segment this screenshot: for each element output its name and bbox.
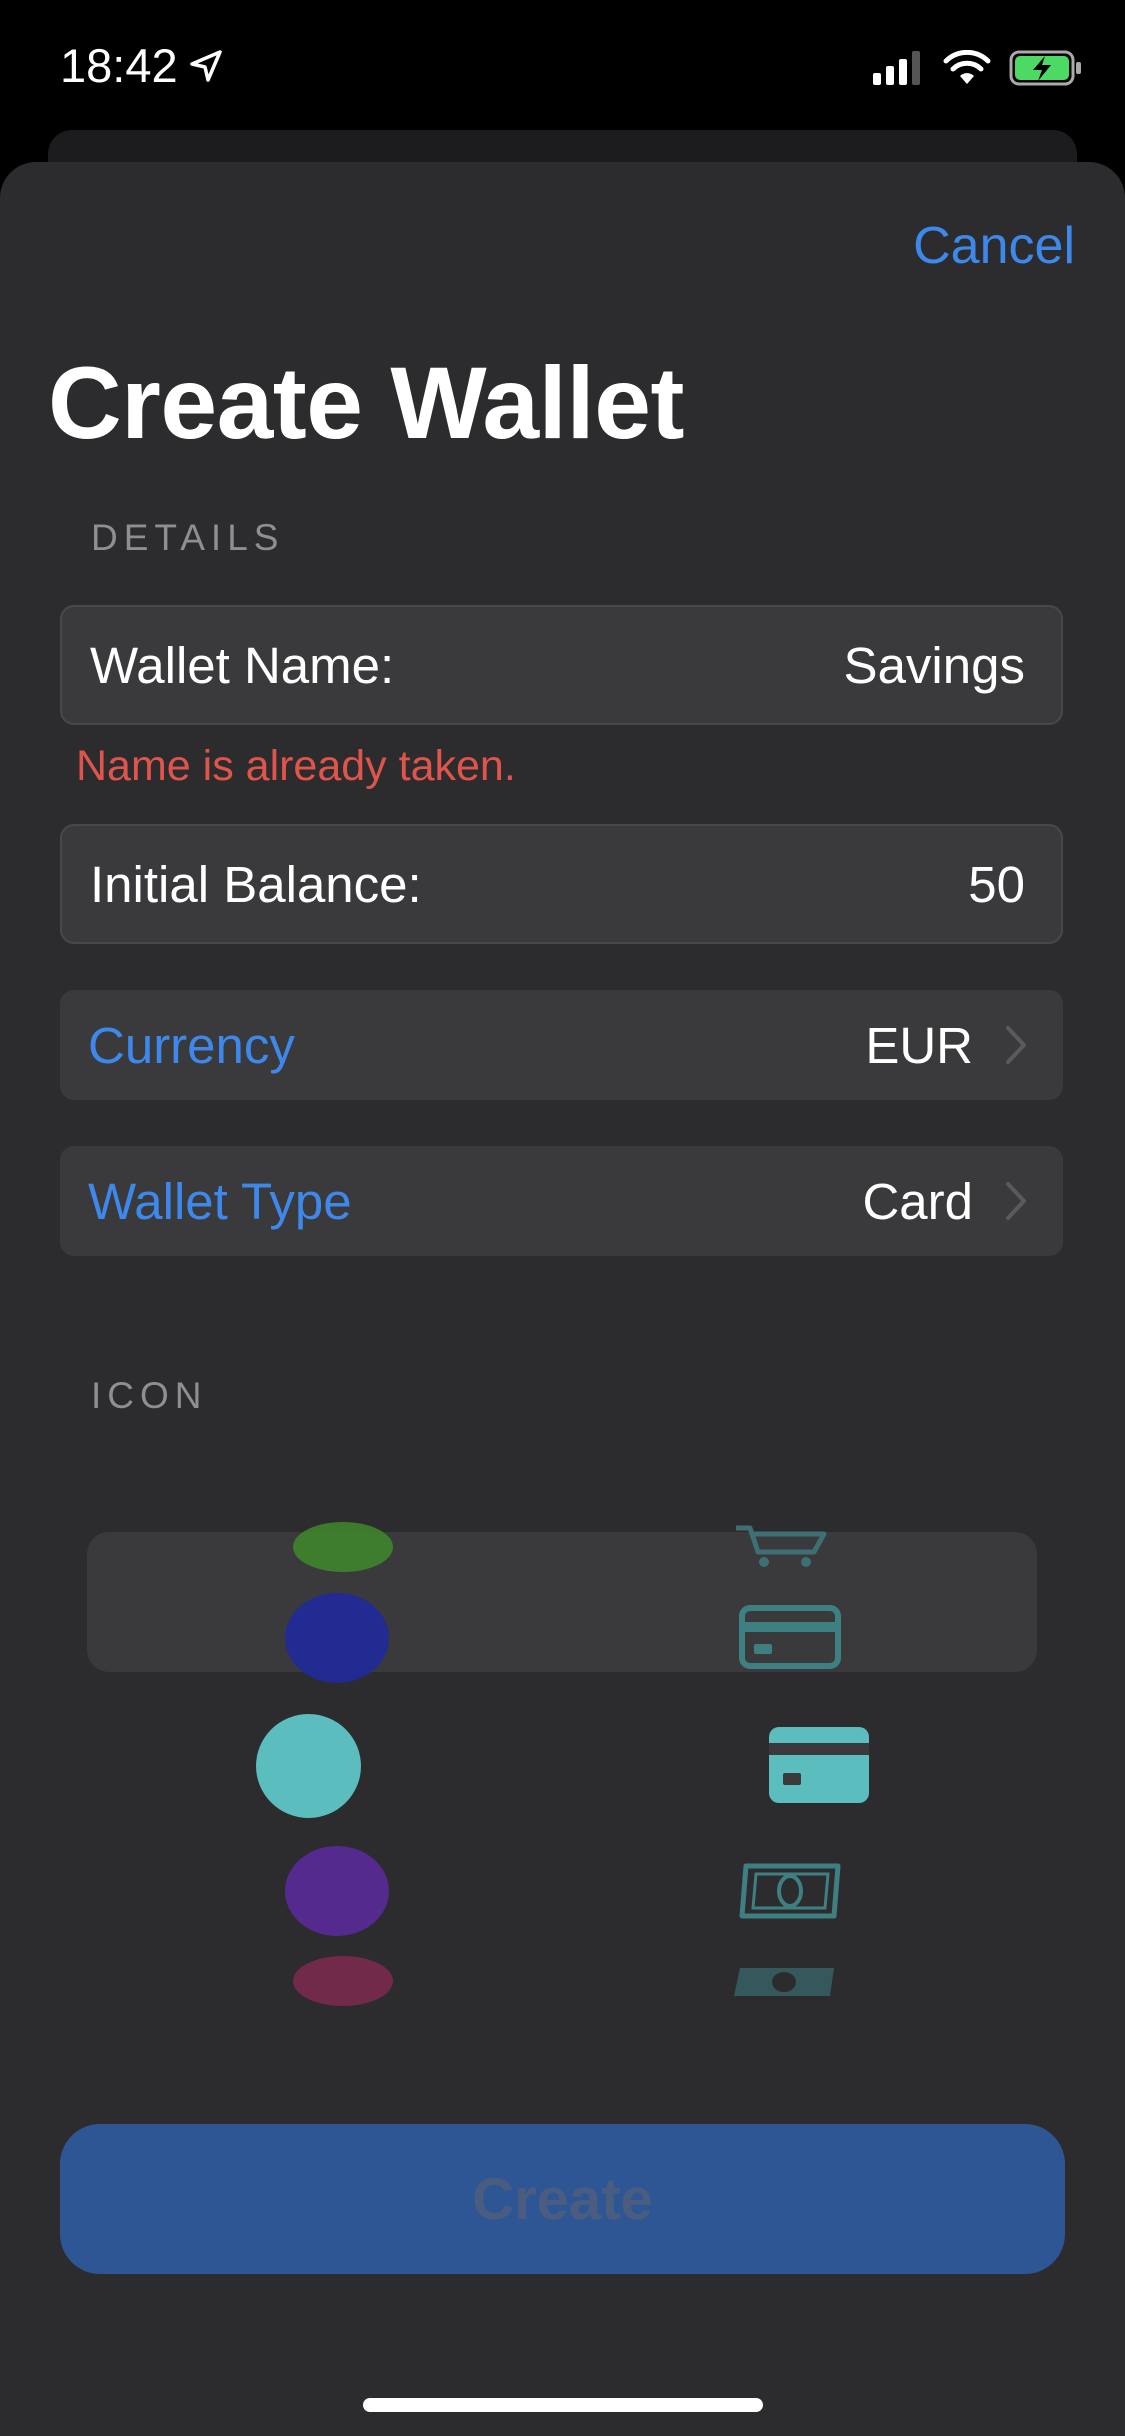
- status-time: 18:42: [60, 39, 178, 92]
- status-icons: [873, 50, 1083, 86]
- chevron-right-icon: [1006, 1182, 1026, 1220]
- create-button[interactable]: Create: [60, 2124, 1065, 2274]
- color-option-teal[interactable]: [256, 1714, 361, 1818]
- initial-balance-value[interactable]: 50: [968, 855, 1025, 914]
- wallet-type-label: Wallet Type: [88, 1172, 352, 1230]
- wallet-type-value-group: Card: [862, 1172, 1027, 1231]
- card-outline-icon[interactable]: [738, 1604, 842, 1670]
- currency-value: EUR: [865, 1016, 973, 1074]
- currency-value-group: EUR: [865, 1016, 1027, 1075]
- currency-row[interactable]: Currency EUR: [60, 990, 1063, 1100]
- cash-icon[interactable]: [732, 1966, 836, 1998]
- status-bar: 18:42: [0, 0, 1125, 135]
- name-error-message: Name is already taken.: [76, 742, 516, 790]
- icon-section-header: ICON: [91, 1375, 208, 1416]
- cash-icon[interactable]: [738, 1862, 842, 1920]
- battery-charging-icon: [1009, 50, 1081, 86]
- cellular-signal-icon: [873, 51, 920, 85]
- initial-balance-label: Initial Balance:: [90, 855, 422, 913]
- status-time-group: 18:42: [60, 38, 224, 93]
- cart-icon[interactable]: [732, 1522, 832, 1570]
- wallet-type-value: Card: [862, 1172, 973, 1230]
- wallet-name-label: Wallet Name:: [90, 636, 395, 694]
- color-option-green[interactable]: [293, 1522, 393, 1572]
- card-filled-icon[interactable]: [769, 1727, 869, 1803]
- chevron-right-icon: [1006, 1026, 1026, 1064]
- color-option-pink[interactable]: [293, 1956, 393, 2006]
- home-indicator: [363, 2398, 763, 2412]
- wifi-icon: [943, 50, 991, 84]
- wallet-type-row[interactable]: Wallet Type Card: [60, 1146, 1063, 1256]
- page-title: Create Wallet: [48, 346, 684, 460]
- cancel-button[interactable]: Cancel: [913, 216, 1075, 276]
- currency-label: Currency: [88, 1016, 295, 1074]
- wallet-name-field[interactable]: Wallet Name: Savings: [60, 605, 1063, 725]
- location-arrow-icon: [189, 49, 222, 82]
- color-option-blue[interactable]: [285, 1593, 389, 1683]
- color-option-purple[interactable]: [285, 1846, 389, 1936]
- picker-selection-highlight: [87, 1532, 1037, 1672]
- wallet-name-value[interactable]: Savings: [844, 636, 1025, 695]
- details-section-header: DETAILS: [91, 517, 285, 558]
- initial-balance-field[interactable]: Initial Balance: 50: [60, 824, 1063, 944]
- create-wallet-sheet: Cancel Create Wallet DETAILS Wallet Name…: [0, 162, 1125, 2436]
